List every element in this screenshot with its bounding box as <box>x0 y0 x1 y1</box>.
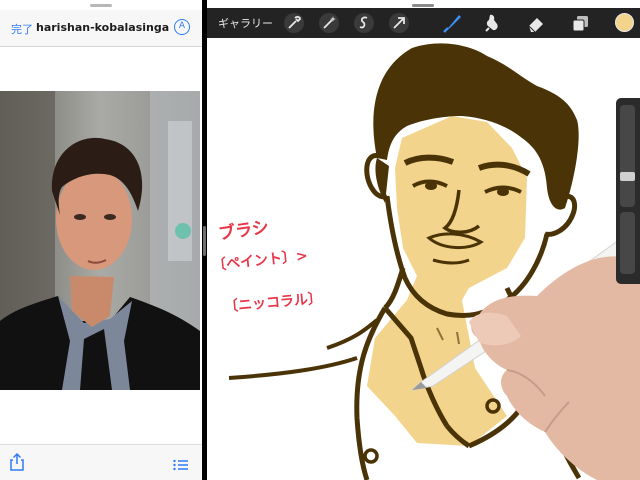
smudge-icon[interactable] <box>481 12 503 34</box>
eraser-icon[interactable] <box>525 12 547 34</box>
address-bar-divider <box>0 46 202 47</box>
safari-pane: 完了 harishan-kobalasingam-... A <box>0 0 202 480</box>
selection-icon[interactable] <box>353 12 375 34</box>
color-picker-swatch[interactable] <box>615 13 634 32</box>
reference-photo <box>0 91 200 390</box>
layers-icon[interactable] <box>569 12 591 34</box>
transform-arrow-icon[interactable] <box>388 12 410 34</box>
safari-address-bar: 完了 harishan-kobalasingam-... A <box>0 10 202 46</box>
hand-with-pencil <box>410 236 640 480</box>
wrench-icon[interactable] <box>283 12 305 34</box>
share-icon[interactable] <box>9 452 25 475</box>
brush-sidebar <box>616 98 640 284</box>
list-icon[interactable] <box>173 456 189 475</box>
gallery-button[interactable]: ギャラリー <box>218 15 273 31</box>
brush-opacity-slider[interactable] <box>620 212 635 274</box>
url-display[interactable]: harishan-kobalasingam-... <box>36 21 170 34</box>
brush-size-slider[interactable] <box>620 105 635 207</box>
split-view-grabber-left[interactable] <box>90 4 112 7</box>
procreate-pane: ブラシ 〔ペイント〕> 〔ニッコラル〕 ギャラリー <box>207 0 640 480</box>
procreate-toolbar: ギャラリー <box>207 8 640 38</box>
magic-wand-icon[interactable] <box>318 12 340 34</box>
reader-mode-icon[interactable]: A <box>174 19 190 35</box>
brush-icon[interactable] <box>441 12 463 34</box>
brush-size-thumb[interactable] <box>620 172 635 181</box>
safari-toolbar <box>0 445 202 480</box>
split-view-grabber-right[interactable] <box>412 4 434 7</box>
split-view-drag-handle[interactable] <box>203 226 206 256</box>
done-button[interactable]: 完了 <box>11 21 33 37</box>
